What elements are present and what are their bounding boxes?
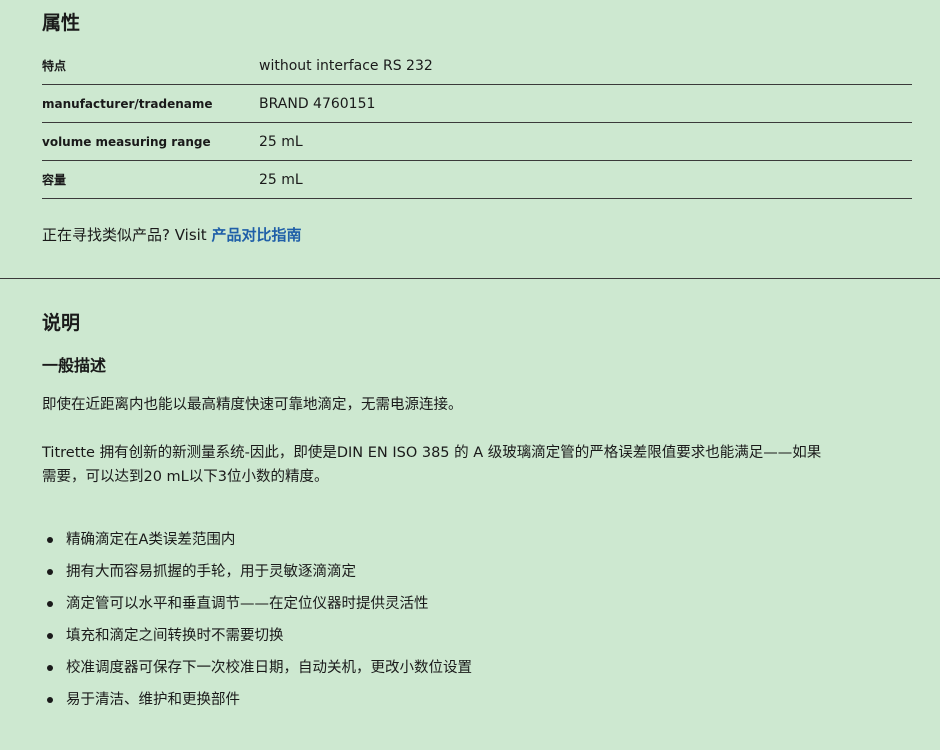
description-paragraph-1: 即使在近距离内也能以最高精度快速可靠地滴定，无需电源连接。 (42, 397, 463, 413)
property-value: BRAND 4760151 (259, 95, 376, 112)
feature-text: 精确滴定在A类误差范围内 (66, 532, 236, 548)
list-item: 滴定管可以水平和垂直调节——在定位仪器时提供灵活性 (42, 592, 472, 624)
feature-text: 填充和滴定之间转换时不需要切换 (66, 628, 284, 644)
general-description-heading: 一般描述 (42, 356, 107, 375)
property-key: manufacturer/tradename (42, 96, 213, 111)
property-row-volume-range: volume measuring range 25 mL (42, 123, 912, 161)
description-paragraph-2: Titrette 拥有创新的新测量系统-因此，即使是DIN EN ISO 385… (42, 445, 822, 485)
feature-list: 精确滴定在A类误差范围内 拥有大而容易抓握的手轮，用于灵敏逐滴滴定 滴定管可以水… (42, 528, 472, 720)
bullet-icon (47, 665, 53, 671)
property-value: 25 mL (259, 171, 303, 188)
property-key: 特点 (42, 59, 67, 73)
properties-heading: 属性 (42, 12, 81, 34)
description-heading: 说明 (42, 312, 81, 334)
property-key: volume measuring range (42, 134, 211, 149)
property-value: 25 mL (259, 133, 303, 150)
feature-text: 拥有大而容易抓握的手轮，用于灵敏逐滴滴定 (66, 564, 356, 580)
bullet-icon (47, 569, 53, 575)
list-item: 校准调度器可保存下一次校准日期，自动关机，更改小数位设置 (42, 656, 472, 688)
feature-text: 滴定管可以水平和垂直调节——在定位仪器时提供灵活性 (66, 596, 429, 612)
property-row-feature: 特点 without interface RS 232 (42, 47, 912, 85)
list-item: 拥有大而容易抓握的手轮，用于灵敏逐滴滴定 (42, 560, 472, 592)
list-item: 精确滴定在A类误差范围内 (42, 528, 472, 560)
compare-prompt: 正在寻找类似产品? Visit 产品对比指南 (42, 224, 301, 246)
list-item: 填充和滴定之间转换时不需要切换 (42, 624, 472, 656)
feature-text: 校准调度器可保存下一次校准日期，自动关机，更改小数位设置 (66, 660, 472, 676)
compare-prompt-text: 正在寻找类似产品? Visit (42, 226, 212, 244)
list-item: 易于清洁、维护和更换部件 (42, 688, 472, 720)
bullet-icon (47, 601, 53, 607)
product-comparison-guide-link[interactable]: 产品对比指南 (211, 226, 301, 244)
property-row-manufacturer: manufacturer/tradename BRAND 4760151 (42, 85, 912, 123)
property-key: 容量 (42, 173, 67, 187)
product-page: 属性 特点 without interface RS 232 manufactu… (0, 0, 940, 750)
bullet-icon (47, 537, 53, 543)
feature-text: 易于清洁、维护和更换部件 (66, 692, 240, 708)
property-row-capacity: 容量 25 mL (42, 161, 912, 199)
section-divider (0, 278, 940, 279)
bullet-icon (47, 633, 53, 639)
properties-table: 特点 without interface RS 232 manufacturer… (42, 47, 912, 199)
bullet-icon (47, 697, 53, 703)
property-value: without interface RS 232 (259, 57, 433, 74)
